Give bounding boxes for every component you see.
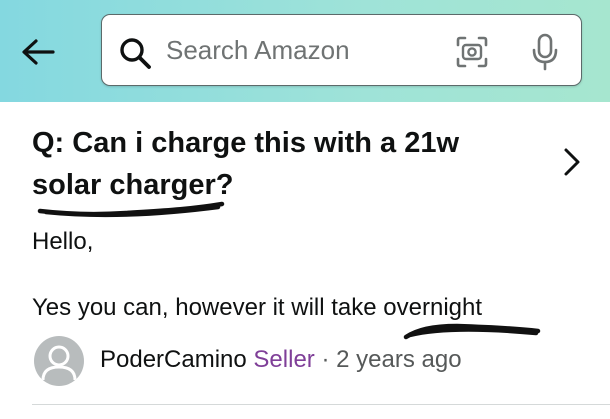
question-text[interactable]: Q: Can i charge this with a 21w solar ch… [32,122,532,206]
meta-separator: · [321,346,330,373]
chevron-right-icon[interactable] [556,146,586,178]
back-button[interactable] [16,30,60,74]
search-input[interactable] [166,31,426,69]
answer-meta: PoderCamino Seller · 2 years ago [100,346,462,374]
divider [32,404,610,405]
question-prefix: Q: [32,127,65,159]
underline-scribble-annotation-2 [403,323,541,340]
answer-greeting: Hello, [32,228,94,255]
seller-badge: Seller [253,346,315,373]
camera-scan-icon[interactable] [455,35,489,69]
timestamp: 2 years ago [336,346,462,373]
avatar [34,336,84,386]
author-name[interactable]: PoderCamino [100,346,247,373]
arrow-left-icon [22,39,55,65]
underline-scribble-annotation [37,201,225,217]
app-header [0,0,610,102]
question-line-1: Can i charge this with a 21w [72,127,460,159]
search-icon [120,38,151,69]
user-silhouette-icon [41,345,77,381]
microphone-icon[interactable] [530,33,560,71]
search-bar[interactable] [101,14,582,86]
